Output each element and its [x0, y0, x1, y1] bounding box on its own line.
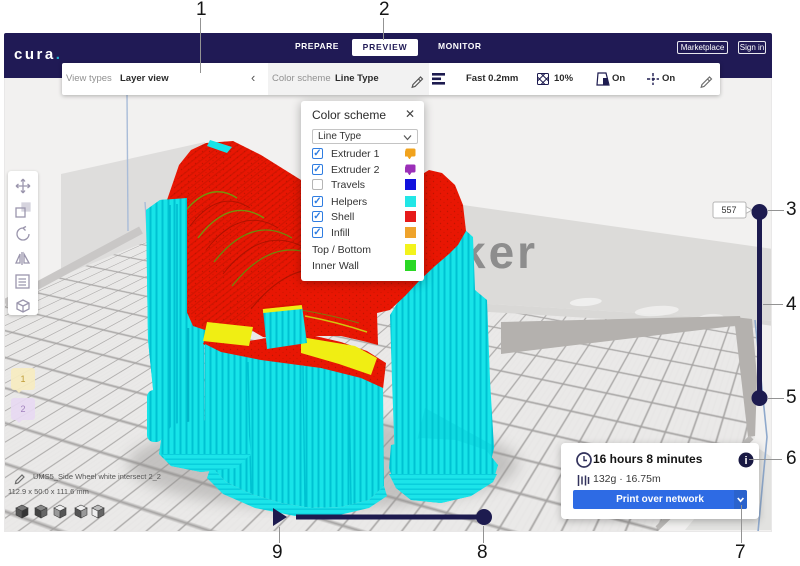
svg-text:i: i: [744, 455, 747, 467]
svg-text:557: 557: [721, 205, 736, 215]
